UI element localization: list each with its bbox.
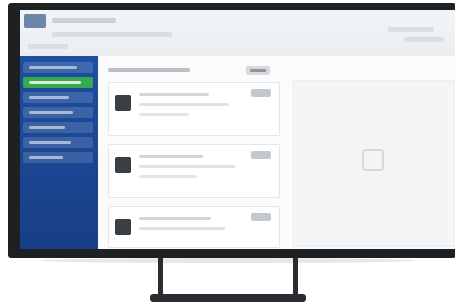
status-badge [251,151,271,159]
monitor-screen [20,10,455,249]
sidebar-item[interactable] [23,62,93,73]
status-badge [251,89,271,97]
user-avatar-icon [115,219,131,235]
sidebar-item[interactable] [23,122,93,133]
document-icon [362,149,384,171]
app-logo[interactable] [24,14,46,28]
user-avatar-icon [115,95,131,111]
main-content [98,56,455,249]
list-card[interactable] [108,206,280,248]
status-badge [251,213,271,221]
monitor-frame [8,3,455,258]
user-avatar-icon [115,157,131,173]
sidebar-item-active[interactable] [23,77,93,88]
toolbar-placeholder [52,32,172,37]
top-bar-actions [382,25,452,47]
sidebar-item[interactable] [23,92,93,103]
detail-pane [293,80,455,247]
app-top-bar [20,10,455,57]
secondary-info-placeholder [404,37,444,42]
filter-pill[interactable] [246,66,270,75]
list-card[interactable] [108,82,280,136]
monitor-stand-base [150,294,306,302]
panel-title-placeholder [108,68,190,72]
sidebar-item[interactable] [23,152,93,163]
breadcrumb-placeholder [28,44,68,49]
sidebar-item[interactable] [23,107,93,118]
account-info-placeholder[interactable] [388,27,434,32]
app-title-placeholder [52,18,116,23]
sidebar-item[interactable] [23,137,93,148]
sidebar [20,56,98,249]
list-card[interactable] [108,144,280,198]
